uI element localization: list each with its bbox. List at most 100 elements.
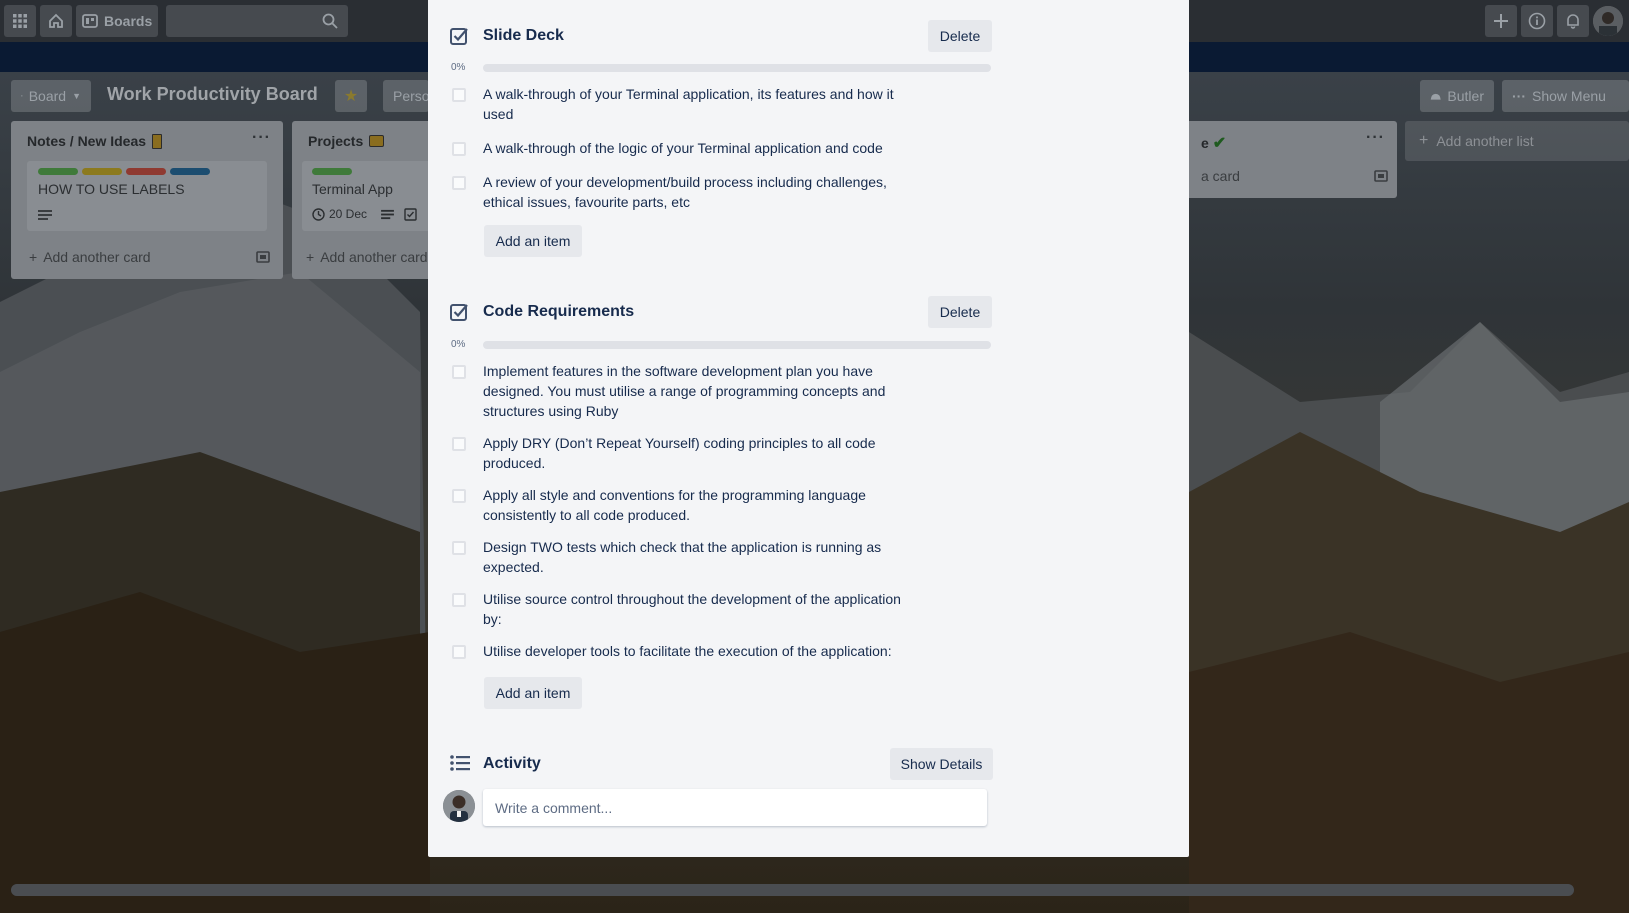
checklist-item[interactable]: Design TWO tests which check that the ap… <box>450 537 920 577</box>
board-title[interactable]: Work Productivity Board <box>107 84 318 105</box>
more-icon: ··· <box>1512 88 1526 104</box>
card-how-to-use-labels[interactable]: HOW TO USE LABELS <box>27 161 267 231</box>
plus-icon <box>1494 14 1508 28</box>
checkbox[interactable] <box>452 645 466 659</box>
commenter-avatar[interactable] <box>443 790 475 822</box>
checklist-item-text[interactable]: A review of your development/build proce… <box>483 172 918 212</box>
list-title-fragment[interactable]: e <box>1201 135 1209 151</box>
visibility-button[interactable]: Perso <box>383 80 430 112</box>
add-card-fragment[interactable]: a card <box>1201 168 1240 184</box>
show-details-button[interactable]: Show Details <box>890 748 993 780</box>
butler-button[interactable]: Butler <box>1420 80 1494 112</box>
show-menu-button[interactable]: ··· Show Menu <box>1502 80 1629 112</box>
checkbox[interactable] <box>452 176 466 190</box>
checkbox[interactable] <box>452 541 466 555</box>
folder-emoji-icon <box>369 135 385 147</box>
checklist-item[interactable]: A review of your development/build proce… <box>450 172 920 212</box>
checklist-item-text[interactable]: Utilise source control throughout the de… <box>483 589 918 629</box>
delete-checklist-button[interactable]: Delete <box>928 20 992 52</box>
checklist-item[interactable]: Implement features in the software devel… <box>450 361 920 421</box>
checkbox[interactable] <box>452 365 466 379</box>
progress-percent: 0% <box>451 339 466 350</box>
butler-label: Butler <box>1447 88 1484 104</box>
comment-input[interactable]: Write a comment... <box>483 789 987 826</box>
apps-menu-button[interactable] <box>4 5 36 37</box>
plus-icon: + <box>306 249 315 265</box>
checklist-item[interactable]: Apply all style and conventions for the … <box>450 485 920 525</box>
label-red[interactable] <box>126 168 166 175</box>
add-item-button[interactable]: Add an item <box>484 677 582 709</box>
checkbox[interactable] <box>452 88 466 102</box>
label-green[interactable] <box>312 168 352 175</box>
add-list-button[interactable]: + Add another list <box>1405 121 1629 161</box>
boards-label: Boards <box>104 13 153 29</box>
checkbox[interactable] <box>452 593 466 607</box>
checklist-item-text[interactable]: Implement features in the software devel… <box>483 361 918 421</box>
check-mark-icon: ✔ <box>1212 135 1227 152</box>
info-icon <box>1528 12 1546 30</box>
checklist-item[interactable]: Utilise developer tools to facilitate th… <box>450 641 920 661</box>
checklist-item[interactable]: A walk-through of your Terminal applicat… <box>450 84 920 124</box>
checklist-item-text[interactable]: Utilise developer tools to facilitate th… <box>483 641 918 661</box>
star-board-button[interactable]: ★ <box>335 80 367 112</box>
notifications-button[interactable] <box>1557 5 1589 37</box>
card-template-icon[interactable] <box>256 251 270 263</box>
home-button[interactable] <box>40 5 72 37</box>
checklist-icon <box>450 28 468 45</box>
create-button[interactable] <box>1485 5 1517 37</box>
checklist-item-text[interactable]: Design TWO tests which check that the ap… <box>483 537 918 577</box>
board-view-switcher[interactable]: Board ▼ <box>11 80 91 112</box>
description-icon <box>38 210 52 220</box>
checklist-item-text[interactable]: Apply DRY (Don’t Repeat Yourself) coding… <box>483 433 918 473</box>
label-yellow[interactable] <box>82 168 122 175</box>
butler-icon <box>1430 93 1441 100</box>
board-view-label: Board <box>28 88 67 104</box>
card-terminal-app[interactable]: Terminal App 20 Dec <box>302 161 442 231</box>
checklist-item[interactable]: Utilise source control throughout the de… <box>450 589 920 629</box>
scrollbar-thumb[interactable] <box>11 884 1574 896</box>
star-icon: ★ <box>343 88 359 105</box>
checkbox[interactable] <box>452 437 466 451</box>
search-input[interactable] <box>166 5 349 37</box>
card-template-icon[interactable] <box>1374 170 1388 182</box>
add-card-button[interactable]: + Add another card <box>306 249 428 265</box>
info-button[interactable] <box>1521 5 1553 37</box>
list-title[interactable]: Projects <box>308 133 363 149</box>
label-green[interactable] <box>38 168 78 175</box>
user-avatar[interactable] <box>1593 6 1623 36</box>
add-card-label: Add another card <box>320 249 428 265</box>
label-blue[interactable] <box>170 168 210 175</box>
checkbox[interactable] <box>452 489 466 503</box>
note-emoji-icon <box>152 133 163 149</box>
boards-button[interactable]: Boards <box>76 5 159 37</box>
add-card-button[interactable]: + Add another card <box>29 249 151 265</box>
checklist-icon <box>404 207 417 221</box>
list-menu-button[interactable]: ··· <box>252 129 271 147</box>
list-title[interactable]: Notes / New Ideas <box>27 133 146 149</box>
comment-placeholder: Write a comment... <box>495 799 613 816</box>
commenter-avatar-image <box>443 790 475 822</box>
checklist-item[interactable]: Apply DRY (Don’t Repeat Yourself) coding… <box>450 433 920 473</box>
checklist-item-text[interactable]: Apply all style and conventions for the … <box>483 485 918 525</box>
list-projects: Projects Terminal App 20 Dec + Add anoth… <box>292 121 442 279</box>
delete-checklist-button[interactable]: Delete <box>928 296 992 328</box>
add-card-label: Add another card <box>43 249 151 265</box>
checklist-title[interactable]: Slide Deck <box>483 27 564 45</box>
checklist-item-text[interactable]: A walk-through of your Terminal applicat… <box>483 84 918 124</box>
description-icon <box>381 209 394 219</box>
bell-icon <box>1567 14 1579 29</box>
activity-icon <box>450 755 470 771</box>
checklist-title[interactable]: Code Requirements <box>483 303 634 321</box>
checklist-item-text[interactable]: A walk-through of the logic of your Term… <box>483 138 918 158</box>
checklist-item[interactable]: A walk-through of the logic of your Term… <box>450 138 920 158</box>
card-detail-modal: Slide Deck Delete 0% A walk-through of y… <box>428 0 1189 857</box>
due-date-badge[interactable]: 20 Dec <box>312 207 417 221</box>
checklist-icon <box>450 304 468 321</box>
checkbox[interactable] <box>452 142 466 156</box>
horizontal-scrollbar[interactable] <box>11 884 1574 896</box>
due-date-text: 20 Dec <box>329 207 368 221</box>
board-view-icon <box>21 95 23 97</box>
add-item-button[interactable]: Add an item <box>484 225 582 257</box>
list-menu-button[interactable]: ··· <box>1366 129 1385 147</box>
visibility-label: Perso <box>393 88 430 104</box>
